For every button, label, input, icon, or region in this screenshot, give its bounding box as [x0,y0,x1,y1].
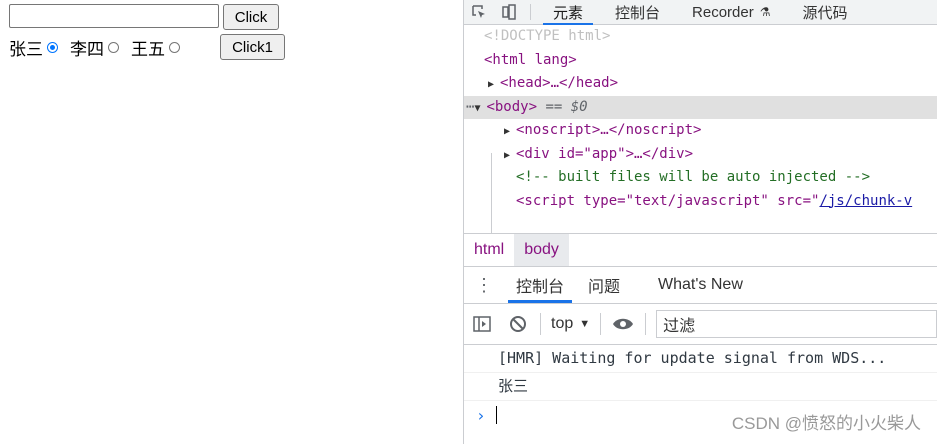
radio-label-lisi: 李四 [70,39,104,60]
dom-html[interactable]: <html lang> [464,49,937,73]
dom-head[interactable]: ▶ <head>…</head> [464,72,937,96]
tab-sources[interactable]: 源代码 [787,0,864,24]
tab-console[interactable]: 控制台 [599,0,676,24]
context-selector[interactable]: top ▼ [545,315,596,333]
drawer-tab-console[interactable]: 控制台 [504,267,576,303]
radio-label-wangwu: 王五 [131,39,165,60]
dom-script[interactable]: <script type="text/javascript" src="/js/… [464,190,937,214]
page-viewport: Click 张三 李四 王五 Click1 [0,0,463,444]
more-dots-icon[interactable]: ⋯ [466,99,474,115]
body-tag: <body> [486,98,538,115]
context-label: top [551,315,574,332]
console-message-log: 张三 [464,373,937,401]
tab-sources-label: 源代码 [802,4,848,22]
radio-lisi[interactable] [108,41,119,53]
breadcrumb-body[interactable]: body [514,234,569,266]
radio-group: 张三 李四 王五 [9,34,192,60]
tab-elements-label: 元素 [553,4,584,22]
expand-triangle-icon[interactable]: ▶ [488,73,500,97]
expand-triangle-icon[interactable]: ▶ [504,144,516,168]
inspect-element-icon[interactable] [464,0,494,24]
dom-doctype[interactable]: <!DOCTYPE html> [464,25,937,49]
tab-recorder[interactable]: Recorder ⚗ [676,0,786,24]
dom-noscript[interactable]: ▶ <noscript>…</noscript> [464,119,937,143]
devtools-tabbar: 元素 控制台 Recorder ⚗ 源代码 [464,0,937,25]
script-src-link[interactable]: /js/chunk-v [819,193,912,209]
kebab-menu-icon[interactable]: ⋮ [464,267,504,303]
expand-triangle-icon[interactable]: ▶ [504,120,516,144]
radio-wangwu[interactable] [169,41,180,53]
flask-icon: ⚗ [759,5,771,19]
drawer-tab-whats-new[interactable]: What's New [646,267,755,303]
drawer-tabbar: ⋮ 控制台 问题 What's New [464,266,937,304]
device-toolbar-icon[interactable] [494,0,524,24]
devtools-panel: 元素 控制台 Recorder ⚗ 源代码 <!DOCTYPE html> <ht… [463,0,937,444]
eye-icon[interactable] [605,317,641,331]
prompt-chevron-icon: › [476,405,486,425]
tab-console-label: 控制台 [615,4,661,22]
div-app-tag: <div id="app">…</div> [516,145,694,162]
toolbar-divider [600,313,602,335]
text-cursor [495,406,497,424]
dom-body-selected[interactable]: ⋯▼ <body> == $0 [464,95,937,121]
click1-button[interactable]: Click1 [220,34,285,60]
radio-label-zhangsan: 张三 [9,39,43,60]
toolbar-divider [645,313,647,335]
script-tag: <script type="text/javascript" src=" [516,192,820,209]
text-input[interactable] [9,4,219,28]
click-button[interactable]: Click [223,4,279,30]
dropdown-caret-icon: ▼ [579,318,591,330]
toolbar-divider [540,313,541,335]
sidebar-toggle-icon[interactable] [464,316,500,332]
breadcrumb-html[interactable]: html [464,234,514,266]
dom-tree: <!DOCTYPE html> <html lang> ▶ <head>…</he… [464,25,937,233]
comment-text: <!-- built files will be auto injected -… [516,169,871,185]
filter-placeholder: 过滤 [663,318,696,335]
tree-guide-line [491,153,492,233]
console-toolbar: top ▼ 过滤 [464,304,937,345]
noscript-tag: <noscript>…</noscript> [516,122,702,138]
tab-divider [530,4,531,20]
html-tag: <html lang> [484,51,577,68]
breadcrumb: html body [464,233,937,266]
collapse-triangle-icon[interactable]: ▼ [474,97,486,121]
console-message-hmr: [HMR] Waiting for update signal from WDS… [464,345,937,373]
doctype-text: <!DOCTYPE html> [484,28,611,44]
dom-div-app[interactable]: ▶ <div id="app">…</div> [464,143,937,167]
watermark: CSDN @愤怒的小火柴人 [731,414,921,433]
clear-console-icon[interactable] [500,315,536,333]
radio-zhangsan[interactable] [47,41,58,53]
body-dollar-zero: == $0 [545,98,588,115]
tab-elements[interactable]: 元素 [537,0,599,25]
dom-comment[interactable]: <!-- built files will be auto injected -… [464,166,937,190]
drawer-tab-issues[interactable]: 问题 [576,267,632,303]
filter-input[interactable]: 过滤 [656,310,937,338]
tab-recorder-label: Recorder [692,3,754,21]
head-tag: <head>…</head> [500,75,619,91]
